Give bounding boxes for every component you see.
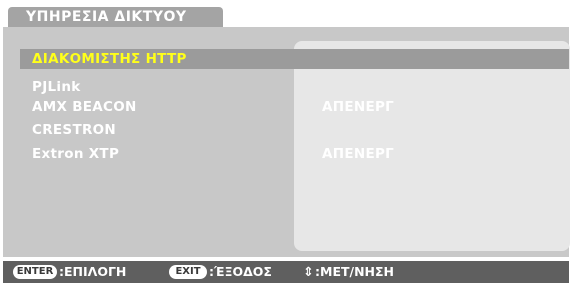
nav-action-label: :ΜΕΤ/ΝΗΣΗ	[315, 264, 394, 279]
enter-key-badge: ENTER	[13, 265, 57, 279]
menu-item-amx-beacon[interactable]: AMX BEACON ΑΠΕΝΕΡΓ	[20, 97, 569, 117]
footer-help-bar: ENTER :ΕΠΙΛΟΓΗ EXIT :ΈΞΟΔΟΣ ⇕ :ΜΕΤ/ΝΗΣΗ	[3, 261, 569, 283]
menu-item-label: PJLink	[32, 79, 81, 95]
menu-item-label: CRESTRON	[32, 122, 117, 138]
menu-item-pjlink[interactable]: PJLink	[20, 77, 569, 97]
title-tab: ΥΠΗΡΕΣΙΑ ΔΙΚΤΥΟΥ	[8, 7, 223, 27]
menu-item-value: ΑΠΕΝΕΡΓ	[322, 99, 395, 115]
menu-item-label: ΔΙΑΚΟΜΙΣΤΗΣ HTTP	[32, 51, 187, 67]
enter-action-label: :ΕΠΙΛΟΓΗ	[59, 264, 127, 279]
exit-key-badge: EXIT	[169, 265, 207, 279]
menu-item-extron-xtp[interactable]: Extron XTP ΑΠΕΝΕΡΓ	[20, 144, 569, 164]
page-title: ΥΠΗΡΕΣΙΑ ΔΙΚΤΥΟΥ	[26, 9, 187, 25]
menu-item-label: Extron XTP	[32, 146, 120, 162]
menu-item-http-server[interactable]: ΔΙΑΚΟΜΙΣΤΗΣ HTTP	[20, 49, 569, 69]
exit-action-label: :ΈΞΟΔΟΣ	[209, 264, 272, 279]
menu-item-label: AMX BEACON	[32, 99, 137, 115]
menu-panel: ΔΙΑΚΟΜΙΣΤΗΣ HTTP PJLink AMX BEACON ΑΠΕΝΕ…	[3, 27, 570, 257]
menu-item-value: ΑΠΕΝΕΡΓ	[322, 146, 395, 162]
osd-menu: ΥΠΗΡΕΣΙΑ ΔΙΚΤΥΟΥ ΔΙΑΚΟΜΙΣΤΗΣ HTTP PJLink…	[0, 0, 575, 289]
menu-item-crestron[interactable]: CRESTRON	[20, 120, 569, 140]
updown-arrow-icon: ⇕	[303, 264, 314, 279]
